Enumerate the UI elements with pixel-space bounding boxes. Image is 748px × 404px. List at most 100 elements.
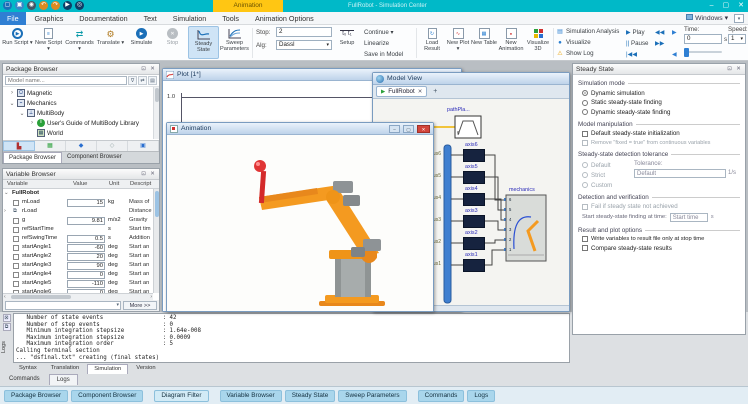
new-file-icon[interactable]: ▢: [3, 1, 12, 10]
text-view-icon[interactable]: ▣: [128, 141, 159, 151]
tab-documentation[interactable]: Documentation: [72, 12, 134, 25]
tab-version[interactable]: Version: [130, 364, 161, 374]
linearize-menu[interactable]: Linearize: [364, 40, 389, 47]
checkbox[interactable]: [13, 272, 19, 278]
checkbox[interactable]: [13, 236, 19, 242]
icon-view-icon[interactable]: ◇: [97, 141, 128, 151]
axis-block[interactable]: [463, 215, 485, 228]
variable-filter-combo[interactable]: ▾: [5, 301, 121, 310]
add-tab-button[interactable]: +: [430, 87, 440, 97]
close-icon[interactable]: ✕: [735, 66, 742, 72]
statusbar-variable-browser[interactable]: Variable Browser: [220, 390, 282, 402]
run-icon[interactable]: ▶: [63, 1, 72, 10]
close-icon[interactable]: ✕: [149, 171, 156, 177]
pin-icon[interactable]: ⊡: [140, 171, 147, 177]
tab-file[interactable]: File: [0, 12, 26, 25]
axis-block[interactable]: [463, 193, 485, 206]
save-in-model-menu[interactable]: Save in Model: [364, 51, 403, 58]
time-slider[interactable]: [684, 51, 722, 53]
start-time-field[interactable]: Start time: [670, 213, 708, 222]
variable-row[interactable]: startAngle390degStart an: [3, 262, 152, 271]
play-button[interactable]: ▶ Play: [626, 29, 645, 36]
value-field[interactable]: 15: [67, 199, 105, 207]
checkbox-default-init[interactable]: Default steady-state initialization: [582, 130, 736, 137]
value-field[interactable]: 20: [67, 253, 105, 261]
variable-row[interactable]: startAngle40degStart an: [3, 271, 152, 280]
value-field[interactable]: 0.5: [67, 235, 105, 243]
close-button[interactable]: ✕: [738, 0, 744, 12]
time-slider-handle[interactable]: [684, 48, 689, 57]
checkbox[interactable]: [13, 218, 19, 224]
tree-item-mechanics[interactable]: ⌄⌁Mechanics: [9, 98, 57, 108]
load-result-button[interactable]: ↻ Load Result: [419, 26, 445, 59]
checkbox-write-variables[interactable]: Write variables to result file only at s…: [582, 236, 736, 242]
run-script-button[interactable]: ▶ Run Script ▾: [2, 26, 33, 59]
tab-commands[interactable]: Commands: [2, 374, 47, 385]
radio-dynamic-simulation[interactable]: Dynamic simulation: [582, 90, 736, 97]
class-view-icon[interactable]: ▦: [35, 141, 66, 151]
tab-syntax[interactable]: Syntax: [13, 364, 43, 374]
clear-log-icon[interactable]: ⊠: [3, 314, 11, 322]
tab-translation[interactable]: Translation: [45, 364, 85, 374]
close-icon[interactable]: ✕: [149, 66, 156, 72]
value-field[interactable]: -110: [67, 280, 105, 288]
new-animation-button[interactable]: ● New Animation: [497, 26, 525, 59]
context-tab-animation[interactable]: Animation: [213, 0, 283, 12]
statusbar-component-browser[interactable]: Component Browser: [71, 390, 143, 402]
new-script-button[interactable]: ≡ New Script ▾: [33, 26, 64, 59]
variable-row[interactable]: startAngle1-60degStart an: [3, 244, 152, 253]
close-button[interactable]: ✕: [417, 125, 430, 133]
minimize-button[interactable]: –: [710, 0, 714, 12]
tree-item-world[interactable]: ▦World: [37, 128, 63, 138]
chevron-right-icon[interactable]: ›: [9, 90, 15, 96]
variable-row[interactable]: startAngle5-110degStart an: [3, 280, 152, 289]
radio-static-steady-state[interactable]: Static steady-state finding: [582, 99, 736, 106]
statusbar-sweep-parameters[interactable]: Sweep Parameters: [338, 390, 406, 402]
tab-tools[interactable]: Tools: [215, 12, 246, 25]
step-forward-button[interactable]: ▶: [672, 29, 677, 36]
fast-forward-button[interactable]: ▶▶: [655, 40, 665, 47]
tree-item-multibody[interactable]: ⌄⟂MultiBody: [19, 108, 64, 118]
tab-simulation-log[interactable]: Simulation: [87, 364, 128, 374]
tab-graphics[interactable]: Graphics: [28, 12, 71, 25]
checkbox-compare-results[interactable]: Compare steady-state results: [582, 245, 736, 252]
time-field[interactable]: 0: [684, 34, 722, 44]
pin-icon[interactable]: ⊡: [140, 66, 147, 72]
statusbar-steady-state[interactable]: Steady State: [285, 390, 336, 402]
variable-row[interactable]: refStartTimesStart tim: [3, 226, 152, 235]
chevron-right-icon[interactable]: ›: [29, 120, 35, 126]
speed-select[interactable]: 1▾: [728, 34, 746, 44]
chevron-right-icon[interactable]: ›: [4, 208, 10, 214]
step-back-button[interactable]: ◀: [672, 51, 677, 58]
minimize-button[interactable]: –: [389, 125, 400, 133]
pin-icon[interactable]: ⊡: [726, 66, 733, 72]
play-icon[interactable]: ▶: [381, 89, 385, 95]
variable-row[interactable]: startAngle220degStart an: [3, 253, 152, 262]
new-table-button[interactable]: ▦ New Table: [471, 26, 497, 59]
variable-scrollbar[interactable]: [153, 189, 159, 293]
tree-item-magnetic[interactable]: ›ΩMagnetic: [9, 88, 52, 98]
chevron-down-icon[interactable]: ⌄: [19, 110, 25, 117]
value-field[interactable]: 9.81: [67, 217, 105, 225]
rewind-button[interactable]: ◀◀: [655, 29, 665, 36]
tab-logs[interactable]: Logs: [49, 374, 78, 385]
skip-to-start-button[interactable]: |◀◀: [626, 51, 637, 58]
checkbox[interactable]: [13, 263, 19, 269]
open-icon[interactable]: ▣: [15, 1, 24, 10]
visualize-3d-button[interactable]: Visualize 3D: [525, 26, 551, 59]
chevron-down-icon[interactable]: ⌄: [4, 190, 10, 196]
simulation-analysis-button[interactable]: ▤Simulation Analysis: [556, 28, 619, 35]
stop-time-field[interactable]: 2: [276, 27, 332, 37]
redo-icon[interactable]: ↷: [51, 1, 60, 10]
pause-button[interactable]: || Pause: [626, 40, 649, 47]
statusbar-package-browser[interactable]: Package Browser: [4, 390, 68, 402]
translate-button[interactable]: ⚙ Translate ▾: [95, 26, 126, 59]
record-icon[interactable]: ◎: [75, 1, 84, 10]
axis-block[interactable]: [463, 149, 485, 162]
windows-menu[interactable]: Windows ▾: [686, 12, 728, 25]
axis-block[interactable]: [463, 171, 485, 184]
setup-button[interactable]: t₀ t₁ Setup: [334, 26, 360, 59]
statusbar-commands[interactable]: Commands: [418, 390, 465, 402]
tree-item-users-guide[interactable]: ›iUser's Guide of MultiBody Library: [29, 118, 139, 128]
tab-text[interactable]: Text: [137, 12, 164, 25]
